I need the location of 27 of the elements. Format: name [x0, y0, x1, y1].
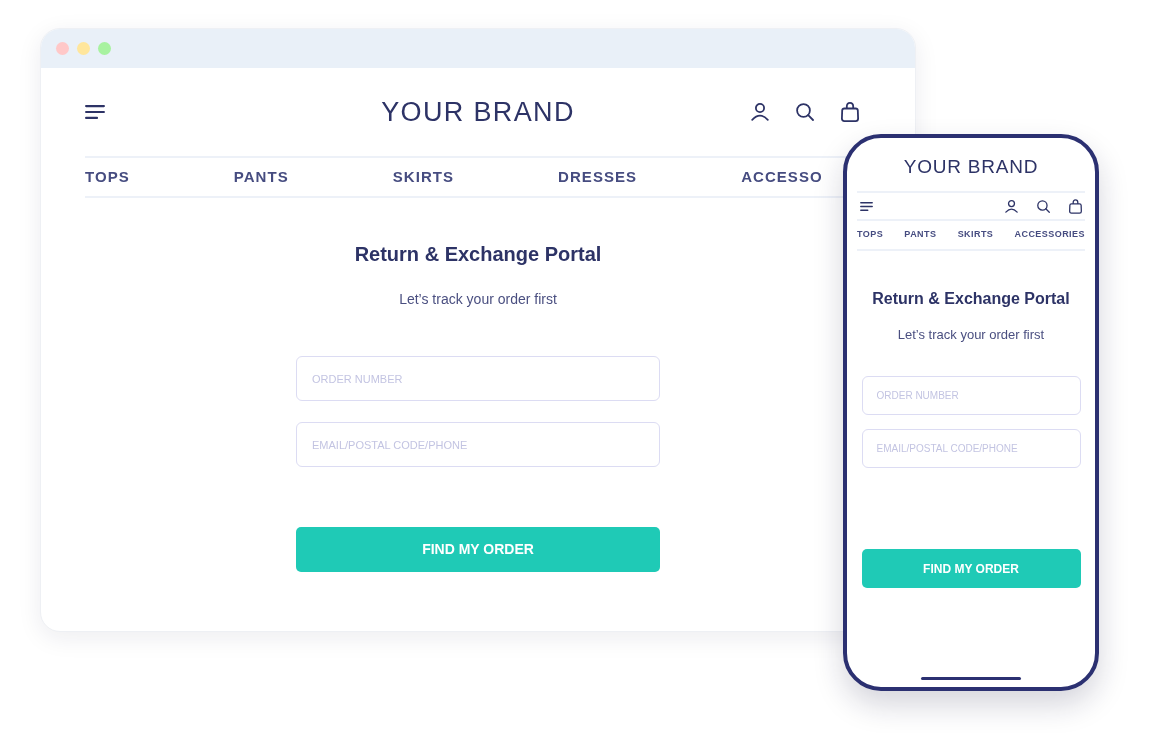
page-heading: Return & Exchange Portal	[354, 242, 602, 267]
user-icon[interactable]	[751, 103, 769, 122]
brand-name: YOUR BRAND	[903, 155, 1039, 179]
bag-icon[interactable]	[1069, 198, 1082, 214]
nav-link[interactable]: TOPS	[857, 228, 884, 242]
nav-link[interactable]: TOPS	[85, 165, 130, 189]
page-heading: Return & Exchange Portal	[872, 289, 1070, 309]
nav-link[interactable]: ACCESSO	[741, 165, 823, 189]
user-icon[interactable]	[1005, 199, 1018, 213]
input-field[interactable]: ORDER NUMBER	[861, 376, 1081, 415]
nav-link[interactable]: SKIRTS	[957, 228, 994, 242]
nav-link[interactable]: PANTS	[233, 165, 289, 189]
nav-link[interactable]: ACCESSORIES	[1014, 228, 1085, 242]
input-field[interactable]: ORDER NUMBER	[296, 356, 660, 401]
nav-link[interactable]: DRESSES	[558, 165, 638, 189]
nav-link[interactable]: SKIRTS	[392, 165, 455, 189]
page-subtitle: Let’s track your order first	[399, 290, 557, 309]
input-field[interactable]: EMAIL/POSTAL CODE/PHONE	[296, 422, 660, 467]
brand-name: YOUR BRAND	[381, 96, 575, 129]
bag-icon[interactable]	[841, 102, 859, 123]
input-field[interactable]: EMAIL/POSTAL CODE/PHONE	[861, 429, 1081, 468]
search-icon[interactable]	[1037, 199, 1050, 213]
nav-link[interactable]: PANTS	[904, 228, 937, 242]
search-icon[interactable]	[796, 103, 814, 122]
menu-icon[interactable]	[860, 201, 873, 211]
menu-icon[interactable]	[85, 105, 105, 120]
page-subtitle: Let’s track your order first	[897, 326, 1045, 344]
